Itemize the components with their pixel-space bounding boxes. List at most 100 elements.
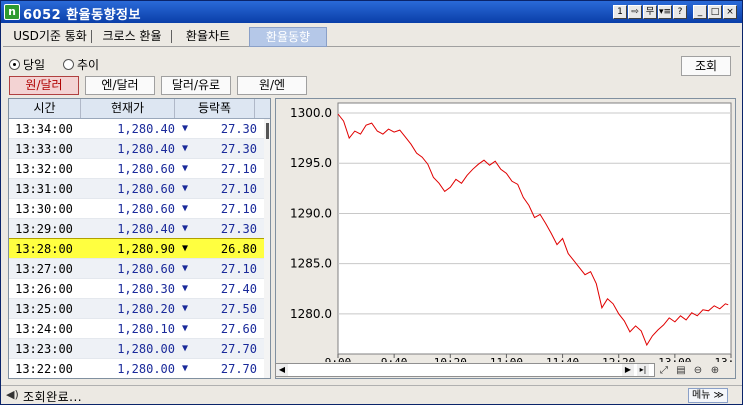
down-arrow-icon: ▼ xyxy=(181,163,189,174)
y-tick-label: 1295.0 xyxy=(290,156,332,170)
tab-bar: USD기준 통화 크로스 환율 환율차트 환율동향 xyxy=(3,25,740,47)
down-arrow-icon: ▼ xyxy=(181,283,189,294)
cell-price: 1,280.00 xyxy=(117,362,175,376)
tab-cross-rate[interactable]: 크로스 환율 xyxy=(93,27,171,47)
table-row[interactable]: 13:34:00 1,280.40 ▼ 27.30 xyxy=(9,119,264,139)
status-text: 조회완료... xyxy=(23,390,83,404)
down-arrow-icon: ▼ xyxy=(181,183,189,194)
cell-time: 13:33:00 xyxy=(15,142,73,156)
currency-jpy-usd-button[interactable]: 엔/달러 xyxy=(85,76,155,95)
currency-krw-usd-button[interactable]: 원/달러 xyxy=(9,76,79,95)
window-title: 6052 환율동향정보 xyxy=(23,8,141,23)
cell-price: 1,280.60 xyxy=(117,182,175,196)
zoom-out-icon[interactable]: ⊖ xyxy=(691,364,705,377)
y-tick-label: 1285.0 xyxy=(290,257,332,271)
table-row[interactable]: 13:33:00 1,280.40 ▼ 27.30 xyxy=(9,139,264,159)
cell-time: 13:34:00 xyxy=(15,122,73,136)
y-tick-label: 1290.0 xyxy=(290,206,332,220)
cell-time: 13:31:00 xyxy=(15,182,73,196)
currency-usd-eur-button[interactable]: 달러/유로 xyxy=(161,76,231,95)
table-row[interactable]: 13:22:00 1,280.00 ▼ 27.70 xyxy=(9,359,264,378)
down-arrow-icon: ▼ xyxy=(181,303,189,314)
table-row[interactable]: 13:29:00 1,280.40 ▼ 27.30 xyxy=(9,219,264,239)
app-logo-icon: n xyxy=(4,4,20,20)
x-tick-label: 9:40 xyxy=(381,356,408,362)
cell-time: 13:29:00 xyxy=(15,222,73,236)
tab-rate-trend[interactable]: 환율동향 xyxy=(249,27,327,47)
cell-change: 27.60 xyxy=(220,322,257,336)
table-row[interactable]: 13:24:00 1,280.10 ▼ 27.60 xyxy=(9,319,264,339)
table-row[interactable]: 13:23:00 1,280.00 ▼ 27.70 xyxy=(9,339,264,359)
table-row[interactable]: 13:25:00 1,280.20 ▼ 27.50 xyxy=(9,299,264,319)
table-scrollbar[interactable] xyxy=(264,119,270,378)
tab-divider xyxy=(171,30,172,43)
cell-change: 27.70 xyxy=(220,362,257,376)
cell-time: 13:25:00 xyxy=(15,302,73,316)
zoom-in-icon[interactable]: ⊕ xyxy=(708,364,722,377)
radio-selected-icon xyxy=(9,59,20,70)
help-button[interactable]: ? xyxy=(673,5,687,19)
tab-usd-base[interactable]: USD기준 통화 xyxy=(9,27,91,47)
scrollbar-thumb[interactable] xyxy=(266,123,269,139)
table-row[interactable]: 13:26:00 1,280.30 ▼ 27.40 xyxy=(9,279,264,299)
x-tick-label: 11:40 xyxy=(546,356,579,362)
cell-change: 27.50 xyxy=(220,302,257,316)
table-row[interactable]: 13:32:00 1,280.60 ▼ 27.10 xyxy=(9,159,264,179)
save-chart-icon[interactable]: ▤ xyxy=(674,364,688,377)
down-arrow-icon: ▼ xyxy=(181,143,189,154)
table-row[interactable]: 13:31:00 1,280.60 ▼ 27.10 xyxy=(9,179,264,199)
scroll-end-icon[interactable]: ▸| xyxy=(637,364,649,376)
cell-time: 13:30:00 xyxy=(15,202,73,216)
link-button[interactable]: ⇨ xyxy=(628,5,642,19)
currency-krw-jpy-button[interactable]: 원/엔 xyxy=(237,76,307,95)
title-bar[interactable]: n 6052 환율동향정보 1 ⇨ 무 ▾≡ ? _ □ × xyxy=(1,1,742,23)
cell-time: 13:27:00 xyxy=(15,262,73,276)
scroll-left-icon[interactable]: ◀ xyxy=(276,364,288,376)
pin-button[interactable]: 무 xyxy=(643,5,657,19)
down-arrow-icon: ▼ xyxy=(181,223,189,234)
screen-number-button[interactable]: 1 xyxy=(613,5,627,19)
x-tick-label: 13:40 xyxy=(714,356,735,362)
maximize-button[interactable]: □ xyxy=(708,5,722,19)
radio-trend[interactable]: 추이 xyxy=(63,56,99,73)
cell-price: 1,280.60 xyxy=(117,202,175,216)
chart-scrollbar[interactable]: ◀ ▶ ▸| xyxy=(275,363,655,377)
x-tick-label: 10:20 xyxy=(434,356,467,362)
table-row[interactable]: 13:30:00 1,280.60 ▼ 27.10 xyxy=(9,199,264,219)
radio-today[interactable]: 당일 xyxy=(9,56,45,73)
cell-change: 27.70 xyxy=(220,342,257,356)
down-arrow-icon: ▼ xyxy=(181,363,189,374)
cell-price: 1,280.40 xyxy=(117,142,175,156)
y-tick-label: 1300.0 xyxy=(290,106,332,120)
close-button[interactable]: × xyxy=(723,5,737,19)
table-row[interactable]: 13:28:00 1,280.90 ▼ 26.80 xyxy=(9,238,265,260)
col-change-header[interactable]: 등락폭 xyxy=(175,99,255,118)
down-arrow-icon: ▼ xyxy=(181,323,189,334)
chart-panel: 1300.0 1295.0 1290.0 1285.0 1280.0 9:00 9:40 10… xyxy=(275,98,743,379)
cell-change: 27.40 xyxy=(220,282,257,296)
app-window: n 6052 환율동향정보 1 ⇨ 무 ▾≡ ? _ □ × USD기준 통화 … xyxy=(0,0,743,405)
cell-time: 13:22:00 xyxy=(15,362,73,376)
expand-icon[interactable]: ⤢ xyxy=(657,364,671,377)
cell-price: 1,280.40 xyxy=(117,122,175,136)
cell-time: 13:32:00 xyxy=(15,162,73,176)
cell-price: 1,280.40 xyxy=(117,222,175,236)
y-tick-label: 1280.0 xyxy=(290,307,332,321)
col-price-header[interactable]: 현재가 xyxy=(81,99,175,118)
query-button[interactable]: 조회 xyxy=(681,56,731,76)
col-time-header[interactable]: 시간 xyxy=(9,99,81,118)
speaker-icon[interactable]: ◀) xyxy=(6,389,19,401)
cell-price: 1,280.10 xyxy=(117,322,175,336)
tab-rate-chart[interactable]: 환율차트 xyxy=(177,27,239,47)
radio-today-label: 당일 xyxy=(23,58,46,72)
x-tick-label: 11:00 xyxy=(490,356,523,362)
down-arrow-icon: ▼ xyxy=(181,123,189,134)
menu-button[interactable]: 메뉴 ≫ xyxy=(688,388,728,403)
options-button[interactable]: ▾≡ xyxy=(658,5,672,19)
cell-change: 27.10 xyxy=(220,182,257,196)
status-bar: ◀) 조회완료... 메뉴 ≫ xyxy=(1,385,742,404)
table-row[interactable]: 13:27:00 1,280.60 ▼ 27.10 xyxy=(9,259,264,279)
minimize-button[interactable]: _ xyxy=(693,5,707,19)
cell-price: 1,280.30 xyxy=(117,282,175,296)
scroll-right-icon[interactable]: ▶ xyxy=(622,364,634,376)
